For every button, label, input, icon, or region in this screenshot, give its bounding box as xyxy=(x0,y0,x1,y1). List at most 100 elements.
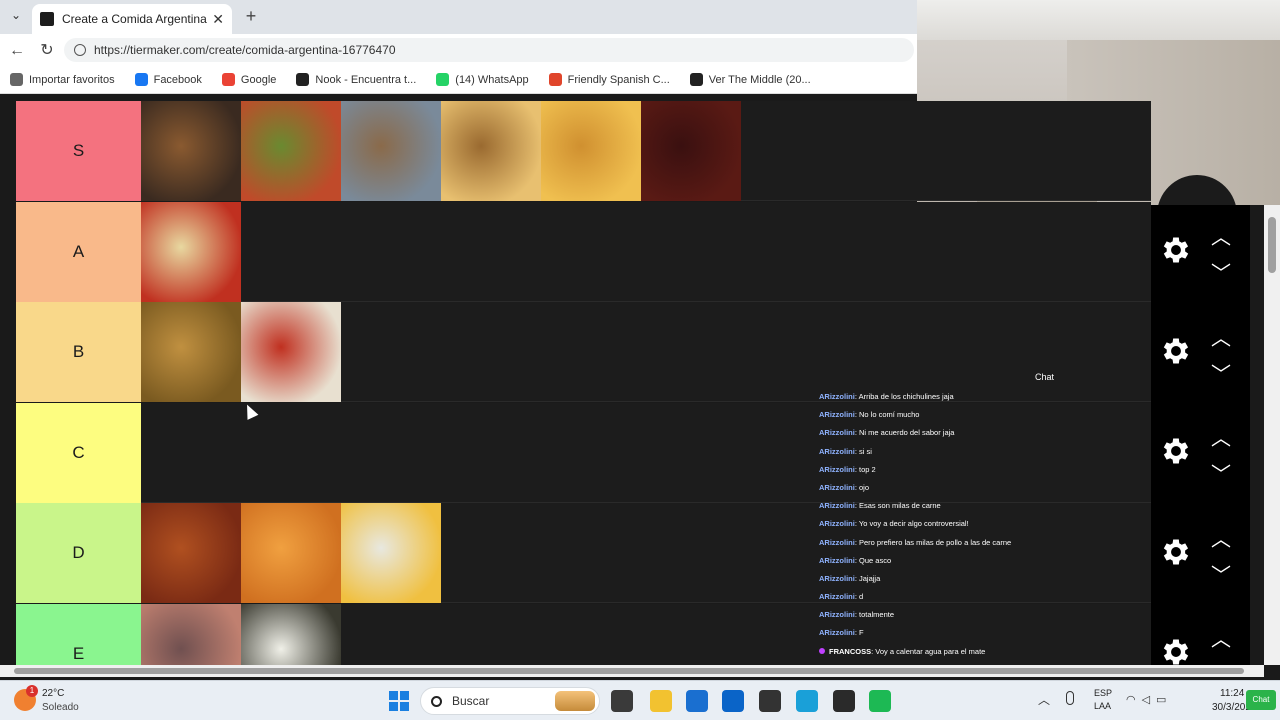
move-up-chevron-icon[interactable]: ︿ xyxy=(1211,422,1231,451)
settings-gear-icon[interactable] xyxy=(1159,635,1193,669)
chat-text: : Voy a calentar agua para el mate xyxy=(871,646,986,656)
tier-label[interactable]: A xyxy=(16,201,141,302)
chat-message: ARizzolini: Que asco xyxy=(819,555,1149,573)
reload-icon[interactable]: ↻ xyxy=(36,40,58,62)
tier-label[interactable]: S xyxy=(16,101,141,201)
horizontal-scrollbar[interactable] xyxy=(0,665,1264,677)
taskbar-search[interactable]: Buscar xyxy=(420,687,600,715)
chat-overlay-button[interactable]: Chat xyxy=(1246,690,1276,710)
amazon-app-icon[interactable] xyxy=(759,690,781,712)
input-layout[interactable]: LAA xyxy=(1094,701,1111,711)
chat-text: : Yo voy a decir algo controversial! xyxy=(854,519,969,529)
chat-username: ARizzolini xyxy=(819,428,855,438)
move-up-chevron-icon[interactable]: ︿ xyxy=(1211,623,1231,652)
bookmark-nook[interactable]: Nook - Encuentra t... xyxy=(296,73,416,86)
site-info-icon[interactable] xyxy=(74,44,86,56)
tier-label[interactable]: B xyxy=(16,302,141,402)
chat-text: : F xyxy=(854,628,864,638)
outlook-app-icon[interactable] xyxy=(722,690,744,712)
choripan-chimichurri-image[interactable] xyxy=(241,101,341,201)
milanesa-papas-image[interactable] xyxy=(441,101,541,201)
clock-time[interactable]: 11:24 xyxy=(1220,688,1244,699)
facebook-icon xyxy=(134,73,148,86)
huevos-fritos-image[interactable] xyxy=(241,603,341,665)
whatsapp-icon xyxy=(436,73,450,86)
chat-username: ARizzolini xyxy=(819,501,855,511)
obs-app-icon[interactable] xyxy=(833,690,855,712)
carbonada-image[interactable] xyxy=(241,503,341,603)
edge-app-icon[interactable] xyxy=(796,690,818,712)
guiso-image[interactable] xyxy=(141,302,241,402)
close-tab-icon[interactable]: ✕ xyxy=(212,11,224,28)
move-down-chevron-icon[interactable]: ﹀ xyxy=(1211,358,1231,387)
move-down-chevron-icon[interactable]: ﹀ xyxy=(1211,559,1231,588)
file-explorer-app-icon[interactable] xyxy=(650,690,672,712)
chat-message: ARizzolini: top 2 xyxy=(819,464,1149,482)
new-tab-button[interactable]: + xyxy=(240,6,262,28)
asado-cruz-image[interactable] xyxy=(141,101,241,201)
horizontal-scroll-thumb[interactable] xyxy=(14,668,1244,674)
microsoft-store-app-icon[interactable] xyxy=(686,690,708,712)
nook-icon xyxy=(296,73,310,86)
spotify-app-icon[interactable] xyxy=(869,690,891,712)
tier-label[interactable]: C xyxy=(16,402,141,503)
chat-username: ARizzolini xyxy=(819,464,855,474)
settings-gear-icon[interactable] xyxy=(1159,233,1193,267)
move-up-chevron-icon[interactable]: ︿ xyxy=(1211,322,1231,351)
chat-message: ARizzolini: Pero prefiero las milas de p… xyxy=(819,537,1149,555)
milanesa-fritas-image[interactable] xyxy=(541,101,641,201)
chat-username: ARizzolini xyxy=(819,392,855,401)
chat-text: : Ni me acuerdo del sabor jaja xyxy=(854,428,955,438)
chat-message: ARizzolini: Arriba de los chichulines ja… xyxy=(819,391,1149,409)
vertical-scroll-thumb[interactable] xyxy=(1268,217,1276,273)
windows-taskbar: 1 22°C Soleado Buscar ︿ ESP LAA ◠◁▭ 11:2… xyxy=(0,680,1280,720)
chat-username: ARizzolini xyxy=(819,610,855,620)
tray-wifi-volume-battery-icons[interactable]: ◠◁▭ xyxy=(1126,693,1172,706)
weather-description[interactable]: Soleado xyxy=(42,702,79,713)
chat-message: ARizzolini: Yo voy a decir algo controve… xyxy=(819,518,1149,536)
chat-message: ARizzolini: Ni me acuerdo del sabor jaja xyxy=(819,427,1149,445)
vertical-scrollbar[interactable] xyxy=(1264,205,1280,665)
chat-message: ARizzolini: Jajajja xyxy=(819,573,1149,591)
settings-gear-icon[interactable] xyxy=(1159,434,1193,468)
task-view-app-icon[interactable] xyxy=(611,690,633,712)
tray-chevron-up-icon[interactable]: ︿ xyxy=(1038,691,1050,708)
tier-label[interactable]: E xyxy=(16,603,141,665)
morcilla-image[interactable] xyxy=(641,101,741,201)
bookmark-label: Ver The Middle (20... xyxy=(708,73,811,86)
tier-label[interactable]: D xyxy=(16,503,141,603)
move-up-chevron-icon[interactable]: ︿ xyxy=(1211,523,1231,552)
bookmark-whatsapp[interactable]: (14) WhatsApp xyxy=(436,73,529,86)
bookmark-label: Facebook xyxy=(153,73,202,86)
move-down-chevron-icon[interactable]: ﹀ xyxy=(1211,458,1231,487)
input-language[interactable]: ESP xyxy=(1094,688,1112,698)
tab-strip: ⌄ Create a Comida Argentina Tier Li ✕ + xyxy=(0,0,917,34)
bookmark-the-middle[interactable]: Ver The Middle (20... xyxy=(689,73,811,86)
chat-text: : No lo comí mucho xyxy=(854,410,920,420)
polenta-image[interactable] xyxy=(341,503,441,603)
cordero-patagonico-image[interactable] xyxy=(341,101,441,201)
move-down-chevron-icon[interactable]: ﹀ xyxy=(1211,257,1231,286)
weather-temperature[interactable]: 22°C xyxy=(42,688,64,699)
bookmark-google[interactable]: Google xyxy=(221,73,276,86)
back-arrow-icon[interactable]: ← xyxy=(6,40,28,62)
tab-list-chevron-icon[interactable]: ⌄ xyxy=(6,8,26,26)
locro-image[interactable] xyxy=(141,503,241,603)
settings-gear-icon[interactable] xyxy=(1159,535,1193,569)
address-bar[interactable]: https://tiermaker.com/create/comida-arge… xyxy=(64,38,914,62)
start-button-windows-icon[interactable] xyxy=(389,691,409,711)
chat-text: : si si xyxy=(854,446,872,456)
bookmark-label: Friendly Spanish C... xyxy=(567,73,670,86)
move-up-chevron-icon[interactable]: ︿ xyxy=(1211,221,1231,250)
noquis-image[interactable] xyxy=(241,302,341,402)
langostinos-image[interactable] xyxy=(141,603,241,665)
bookmark-friendly-spanish[interactable]: Friendly Spanish C... xyxy=(548,73,670,86)
microphone-icon[interactable] xyxy=(1066,691,1074,705)
bookmark-facebook[interactable]: Facebook xyxy=(134,73,202,86)
chat-message: ARizzolini: F xyxy=(819,627,1149,645)
tab-tiermaker[interactable]: Create a Comida Argentina Tier Li ✕ xyxy=(32,4,232,34)
bookmark-import[interactable]: Importar favoritos xyxy=(10,73,115,86)
search-icon xyxy=(431,695,442,707)
settings-gear-icon[interactable] xyxy=(1159,334,1193,368)
pizza-image[interactable] xyxy=(141,201,241,302)
